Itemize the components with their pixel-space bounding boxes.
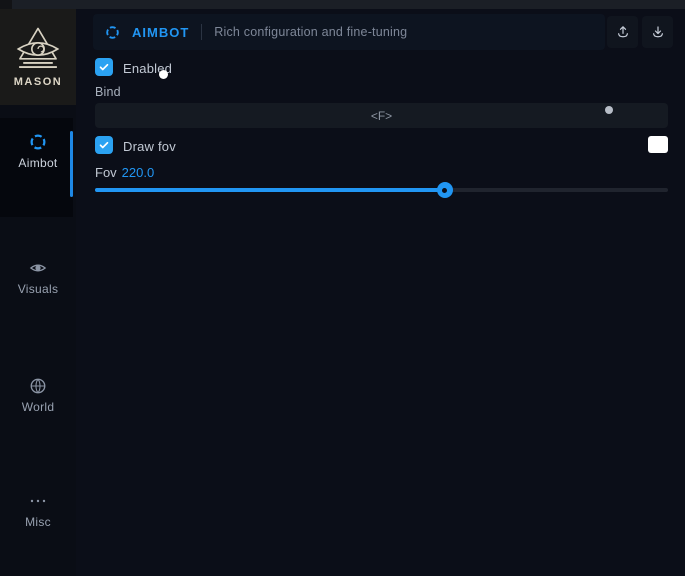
draw-fov-checkbox[interactable] <box>95 136 113 154</box>
ellipsis-icon <box>29 496 47 506</box>
download-config-button[interactable] <box>642 16 673 48</box>
page-subtitle: Rich configuration and fine-tuning <box>214 25 407 39</box>
crosshair-icon <box>29 133 47 151</box>
bind-label: Bind <box>95 85 121 99</box>
sidebar-item-visuals[interactable]: Visuals <box>0 259 76 296</box>
window-top-strip <box>0 0 685 9</box>
upload-icon <box>615 24 631 40</box>
download-icon <box>650 24 666 40</box>
check-icon <box>98 139 110 151</box>
bind-key-input[interactable]: <F> <box>95 103 668 128</box>
upload-config-button[interactable] <box>607 16 638 48</box>
enabled-checkbox[interactable] <box>95 58 113 76</box>
sidebar-item-label: Aimbot <box>0 156 76 170</box>
fov-slider[interactable] <box>95 188 668 192</box>
draw-fov-color-swatch[interactable] <box>648 136 668 153</box>
globe-icon <box>29 377 47 395</box>
mason-window: MASON Aimbot Visuals World <box>0 0 685 576</box>
brand-name: MASON <box>14 76 62 88</box>
pyramid-eye-logo-icon <box>11 26 65 72</box>
cursor-dot <box>159 70 168 79</box>
sidebar-item-label: World <box>0 400 76 414</box>
eye-icon <box>29 259 47 277</box>
sidebar-item-label: Misc <box>0 515 76 529</box>
check-icon <box>98 61 110 73</box>
sidebar-item-world[interactable]: World <box>0 377 76 414</box>
fov-value: 220.0 <box>122 165 155 180</box>
fov-slider-fill <box>95 188 445 192</box>
brand-logo-block: MASON <box>0 9 76 105</box>
draw-fov-label: Draw fov <box>123 139 176 154</box>
crosshair-icon <box>105 25 120 40</box>
fov-slider-thumb[interactable] <box>437 182 453 198</box>
sidebar-item-label: Visuals <box>0 282 76 296</box>
header-divider <box>201 24 202 40</box>
fov-label: Fov <box>95 165 117 180</box>
sidebar-item-misc[interactable]: Misc <box>0 496 76 529</box>
page-title: AIMBOT <box>132 25 189 40</box>
section-header: AIMBOT Rich configuration and fine-tunin… <box>93 14 605 50</box>
drag-dot <box>605 106 613 114</box>
fov-value-row: Fov 220.0 <box>95 165 154 180</box>
sidebar: MASON Aimbot Visuals World <box>0 9 76 576</box>
sidebar-item-aimbot[interactable]: Aimbot <box>0 133 76 170</box>
